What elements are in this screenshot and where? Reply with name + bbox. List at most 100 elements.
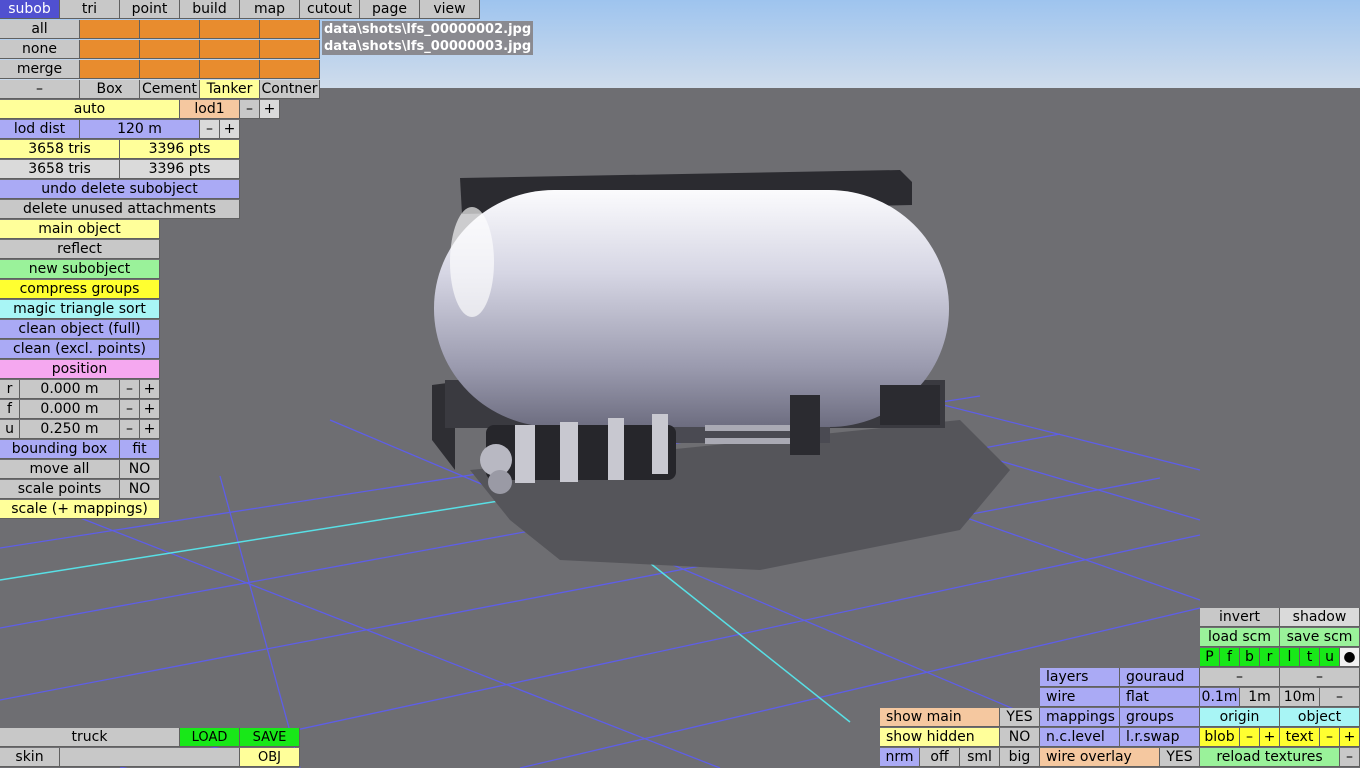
grid-1m-button[interactable]: 1m: [1240, 688, 1280, 707]
text-minus-button[interactable]: –: [1320, 728, 1340, 747]
flag-l-toggle[interactable]: l: [1280, 648, 1300, 667]
flag-p-toggle[interactable]: P: [1200, 648, 1220, 667]
axis-u-plus-button[interactable]: +: [140, 420, 160, 439]
invert-button[interactable]: invert: [1200, 608, 1280, 627]
nc-level-button[interactable]: n.c.level: [1040, 728, 1120, 747]
skin-field[interactable]: [60, 748, 240, 767]
show-hidden-toggle[interactable]: NO: [1000, 728, 1040, 747]
compress-groups-button[interactable]: compress groups: [0, 280, 160, 299]
lod-dist-minus-button[interactable]: –: [200, 120, 220, 139]
delete-unused-button[interactable]: delete unused attachments: [0, 200, 240, 219]
flag-f-toggle[interactable]: f: [1220, 648, 1240, 667]
mappings-button[interactable]: mappings: [1040, 708, 1120, 727]
tab-tri[interactable]: tri: [60, 0, 120, 19]
reflect-button[interactable]: reflect: [0, 240, 160, 259]
minus-button[interactable]: –: [0, 80, 80, 99]
auto-lod-button[interactable]: auto: [0, 100, 180, 119]
color-slot[interactable]: [260, 60, 320, 79]
magic-sort-button[interactable]: magic triangle sort: [0, 300, 160, 319]
axis-f-plus-button[interactable]: +: [140, 400, 160, 419]
lod-plus-button[interactable]: +: [260, 100, 280, 119]
bounding-box-button[interactable]: bounding box: [0, 440, 120, 459]
save-scm-button[interactable]: save scm: [1280, 628, 1360, 647]
tab-subob[interactable]: subob: [0, 0, 60, 19]
type-box-button[interactable]: Box: [80, 80, 140, 99]
new-subobject-button[interactable]: new subobject: [0, 260, 160, 279]
blob-minus-button[interactable]: –: [1240, 728, 1260, 747]
color-slot[interactable]: [200, 40, 260, 59]
reload-textures-button[interactable]: reload textures: [1200, 748, 1340, 767]
color-slot[interactable]: [140, 20, 200, 39]
dot-icon[interactable]: ●: [1340, 648, 1360, 667]
lod-minus-button[interactable]: –: [240, 100, 260, 119]
color-slot[interactable]: [140, 60, 200, 79]
scale-mappings-button[interactable]: scale (+ mappings): [0, 500, 160, 519]
undo-delete-button[interactable]: undo delete subobject: [0, 180, 240, 199]
axis-f-minus-button[interactable]: –: [120, 400, 140, 419]
dash-button-2[interactable]: –: [1280, 668, 1360, 687]
color-slot[interactable]: [260, 40, 320, 59]
obj-button[interactable]: OBJ: [240, 748, 300, 767]
layers-button[interactable]: layers: [1040, 668, 1120, 687]
shadow-button[interactable]: shadow: [1280, 608, 1360, 627]
type-cement-button[interactable]: Cement: [140, 80, 200, 99]
color-slot[interactable]: [80, 20, 140, 39]
clean-excl-button[interactable]: clean (excl. points): [0, 340, 160, 359]
origin-button[interactable]: origin: [1200, 708, 1280, 727]
nrm-button[interactable]: nrm: [880, 748, 920, 767]
axis-u-value[interactable]: 0.250 m: [20, 420, 120, 439]
dash-button-1[interactable]: –: [1200, 668, 1280, 687]
truck-field[interactable]: truck: [0, 728, 180, 747]
flag-b-toggle[interactable]: b: [1240, 648, 1260, 667]
merge-button[interactable]: merge: [0, 60, 80, 79]
tab-cutout[interactable]: cutout: [300, 0, 360, 19]
flag-r-toggle[interactable]: r: [1260, 648, 1280, 667]
load-button[interactable]: LOAD: [180, 728, 240, 747]
color-slot[interactable]: [140, 40, 200, 59]
axis-r-minus-button[interactable]: –: [120, 380, 140, 399]
load-scm-button[interactable]: load scm: [1200, 628, 1280, 647]
groups-button[interactable]: groups: [1120, 708, 1200, 727]
grid-minus-button[interactable]: –: [1320, 688, 1360, 707]
save-button[interactable]: SAVE: [240, 728, 300, 747]
grid-10m-button[interactable]: 10m: [1280, 688, 1320, 707]
lod-dist-plus-button[interactable]: +: [220, 120, 240, 139]
color-slot[interactable]: [260, 20, 320, 39]
tab-page[interactable]: page: [360, 0, 420, 19]
type-tanker-button[interactable]: Tanker: [200, 80, 260, 99]
axis-r-plus-button[interactable]: +: [140, 380, 160, 399]
gouraud-button[interactable]: gouraud: [1120, 668, 1200, 687]
grid-0-1m-button[interactable]: 0.1m: [1200, 688, 1240, 707]
reload-minus-button[interactable]: –: [1340, 748, 1360, 767]
wire-button[interactable]: wire: [1040, 688, 1120, 707]
flag-u-toggle[interactable]: u: [1320, 648, 1340, 667]
lod-select[interactable]: lod1: [180, 100, 240, 119]
tab-point[interactable]: point: [120, 0, 180, 19]
big-button[interactable]: big: [1000, 748, 1040, 767]
wire-overlay-toggle[interactable]: YES: [1160, 748, 1200, 767]
axis-u-minus-button[interactable]: –: [120, 420, 140, 439]
axis-f-value[interactable]: 0.000 m: [20, 400, 120, 419]
off-button[interactable]: off: [920, 748, 960, 767]
show-main-toggle[interactable]: YES: [1000, 708, 1040, 727]
axis-r-value[interactable]: 0.000 m: [20, 380, 120, 399]
text-plus-button[interactable]: +: [1340, 728, 1360, 747]
color-slot[interactable]: [80, 40, 140, 59]
clean-full-button[interactable]: clean object (full): [0, 320, 160, 339]
scale-points-toggle[interactable]: NO: [120, 480, 160, 499]
flat-button[interactable]: flat: [1120, 688, 1200, 707]
select-none-button[interactable]: none: [0, 40, 80, 59]
lr-swap-button[interactable]: l.r.swap: [1120, 728, 1200, 747]
tab-view[interactable]: view: [420, 0, 480, 19]
blob-plus-button[interactable]: +: [1260, 728, 1280, 747]
main-object-button[interactable]: main object: [0, 220, 160, 239]
color-slot[interactable]: [200, 20, 260, 39]
flag-t-toggle[interactable]: t: [1300, 648, 1320, 667]
move-all-toggle[interactable]: NO: [120, 460, 160, 479]
color-slot[interactable]: [200, 60, 260, 79]
tab-map[interactable]: map: [240, 0, 300, 19]
type-contner-button[interactable]: Contner: [260, 80, 320, 99]
fit-button[interactable]: fit: [120, 440, 160, 459]
object-button[interactable]: object: [1280, 708, 1360, 727]
select-all-button[interactable]: all: [0, 20, 80, 39]
